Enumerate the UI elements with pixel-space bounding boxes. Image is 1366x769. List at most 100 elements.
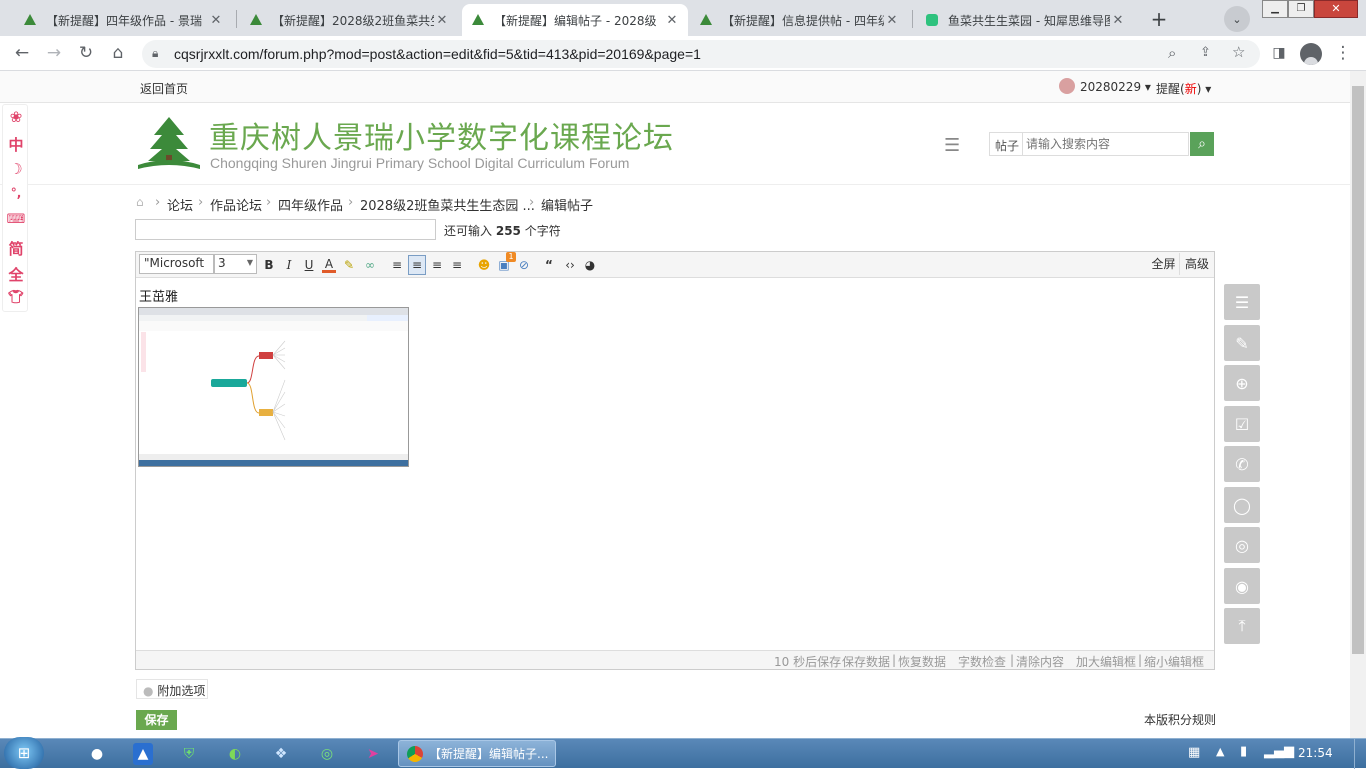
size-select[interactable]: 3 ▼	[214, 254, 257, 274]
tray-expand-icon[interactable]: ▲	[1216, 745, 1224, 758]
add-circle-icon[interactable]: ⊕	[1224, 365, 1260, 401]
more-menu-icon[interactable]: ⋮	[1332, 42, 1354, 64]
breadcrumb-item[interactable]: 作品论坛	[210, 195, 262, 214]
username-link[interactable]: 20280229 ▾	[1080, 80, 1151, 94]
emoji-icon[interactable]: ☻	[476, 257, 492, 273]
edit-icon[interactable]: ✎	[1224, 325, 1260, 361]
new-tab-button[interactable]: +	[1146, 6, 1172, 32]
align-right-icon[interactable]: ≡	[390, 257, 404, 273]
forum-logo-icon[interactable]	[136, 115, 202, 171]
word-check-link[interactable]: 字数检查	[958, 653, 1006, 670]
tab-search-chevron-icon[interactable]: ⌄	[1224, 6, 1250, 32]
qq-penguin-icon[interactable]: ◕	[582, 257, 598, 273]
clear-content-link[interactable]: 清除内容	[1016, 653, 1064, 670]
green-app-icon[interactable]: ◐	[223, 743, 247, 765]
menu-list-icon[interactable]: ☰	[944, 135, 960, 156]
remind-menu[interactable]: 提醒(新) ▾	[1156, 80, 1211, 97]
qq-icon[interactable]: ◯	[1224, 487, 1260, 523]
search-type[interactable]: 帖子	[995, 137, 1019, 154]
bookmark-star-icon[interactable]: ☆	[1232, 43, 1245, 61]
close-tab-icon[interactable]: ✕	[664, 13, 680, 28]
restore-data-link[interactable]: 恢复数据	[898, 653, 946, 670]
extra-options-toggle[interactable]: ● 附加选项	[136, 679, 208, 699]
quote-icon[interactable]: “	[542, 257, 556, 273]
reload-icon[interactable]: ↻	[75, 42, 97, 64]
leftbar-item[interactable]: 中	[3, 134, 29, 155]
list-icon[interactable]: ☰	[1224, 284, 1260, 320]
close-window-icon[interactable]: ✕	[1314, 0, 1358, 18]
scrollbar-thumb[interactable]	[1352, 86, 1364, 654]
arrow-app-icon[interactable]: ➤	[361, 743, 385, 765]
calendar-check-icon[interactable]: ☑	[1224, 406, 1260, 442]
search-input[interactable]	[1026, 135, 1184, 153]
shirt-icon[interactable]: 👕︎	[3, 290, 29, 305]
embedded-screenshot-image[interactable]	[138, 307, 409, 467]
editor-content-text[interactable]: 王茁雅	[139, 286, 178, 305]
punctuation-icon[interactable]: °,	[3, 186, 29, 200]
back-to-top-icon[interactable]: ⤒	[1224, 608, 1260, 644]
network-app-icon[interactable]: ❖	[269, 743, 293, 765]
minimize-window-icon[interactable]: ▁	[1262, 0, 1288, 18]
browser-tab[interactable]: 【新提醒】2028级2班鱼菜共生 ✕	[240, 4, 458, 36]
home-breadcrumb-icon[interactable]: ⌂	[136, 195, 144, 209]
cloud-app-icon[interactable]: ▲	[133, 743, 153, 765]
save-data-link[interactable]: 保存数据	[842, 653, 890, 670]
enlarge-editor-link[interactable]: 加大编辑框	[1076, 653, 1136, 670]
forward-arrow-icon[interactable]: →	[43, 42, 65, 64]
browser-tab[interactable]: 【新提醒】四年级作品 - 景瑞 ✕	[14, 4, 232, 36]
shrink-editor-link[interactable]: 缩小编辑框	[1144, 653, 1204, 670]
align-justify-icon[interactable]: ≡	[450, 257, 464, 273]
home-icon[interactable]: ⌂	[107, 42, 129, 64]
browser-tab[interactable]: 【新提醒】信息提供帖 - 四年级 ✕	[690, 4, 908, 36]
bold-icon[interactable]: B	[262, 257, 276, 273]
save-button[interactable]: 保存	[136, 710, 177, 730]
font-select[interactable]: "Microsoft	[139, 254, 214, 274]
fullscreen-button[interactable]: 全屏	[1148, 253, 1180, 275]
clock[interactable]: 21:54	[1298, 746, 1333, 760]
breadcrumb-item[interactable]: 四年级作品	[278, 195, 343, 214]
qq-taskbar-icon[interactable]: ●	[85, 743, 109, 765]
chrome-taskbar-button[interactable]: 【新提醒】编辑帖子...	[398, 740, 556, 767]
text-color-icon[interactable]: A	[322, 257, 336, 273]
weibo-icon[interactable]: ◉	[1224, 568, 1260, 604]
paw-icon[interactable]: ❀	[3, 108, 29, 126]
align-left-icon[interactable]: ≡	[408, 255, 426, 275]
close-tab-icon[interactable]: ✕	[434, 13, 450, 28]
share-icon[interactable]: ⇪	[1200, 45, 1211, 60]
rules-link[interactable]: 本版积分规则	[1144, 711, 1216, 728]
show-desktop-button[interactable]	[1354, 739, 1366, 769]
italic-icon[interactable]: I	[282, 257, 296, 273]
leftbar-item[interactable]: 全	[3, 264, 29, 285]
back-arrow-icon[interactable]: ←	[11, 42, 33, 64]
breadcrumb-item[interactable]: 2028级2班鱼菜共生生态园 ...	[360, 195, 535, 214]
breadcrumb-item[interactable]: 论坛	[167, 195, 193, 214]
align-center-icon[interactable]: ≡	[430, 257, 444, 273]
address-bar[interactable]: 🔒︎ cqsrjrxxlt.com/forum.php?mod=post&act…	[142, 40, 1260, 68]
wechat-icon[interactable]: ◎	[1224, 527, 1260, 563]
side-panel-icon[interactable]: ◨	[1268, 42, 1290, 64]
signal-icon[interactable]: ▂▄▆	[1264, 744, 1294, 759]
search-button[interactable]: ⌕	[1190, 132, 1214, 156]
leftbar-item[interactable]: 简	[3, 238, 29, 259]
profile-avatar-icon[interactable]	[1300, 43, 1322, 65]
lock-icon[interactable]: 🔒︎	[152, 46, 158, 61]
battery-icon[interactable]: ▮	[1240, 744, 1247, 759]
restore-window-icon[interactable]: ❐	[1288, 0, 1314, 18]
zoom-search-icon[interactable]: ⌕	[1168, 44, 1176, 62]
keyboard-icon[interactable]: ⌨	[3, 212, 29, 227]
security-shield-icon[interactable]: ⛨	[177, 743, 201, 765]
user-avatar[interactable]	[1059, 78, 1075, 94]
phone-icon[interactable]: ✆	[1224, 446, 1260, 482]
title-input[interactable]	[135, 219, 436, 240]
highlight-icon[interactable]: ✎	[342, 257, 356, 273]
underline-icon[interactable]: U	[302, 257, 316, 273]
code-icon[interactable]: ‹›	[562, 257, 578, 273]
attachment-icon[interactable]: ⊘	[516, 257, 532, 273]
start-windows-icon[interactable]: ⊞	[4, 737, 44, 769]
close-tab-icon[interactable]: ✕	[884, 13, 900, 28]
tray-network-icon[interactable]: ▦	[1188, 745, 1200, 760]
close-tab-icon[interactable]: ✕	[208, 13, 224, 28]
wechat-taskbar-icon[interactable]: ◎	[315, 743, 339, 765]
home-link[interactable]: 返回首页	[140, 80, 188, 97]
advanced-button[interactable]: 高级	[1182, 253, 1212, 275]
